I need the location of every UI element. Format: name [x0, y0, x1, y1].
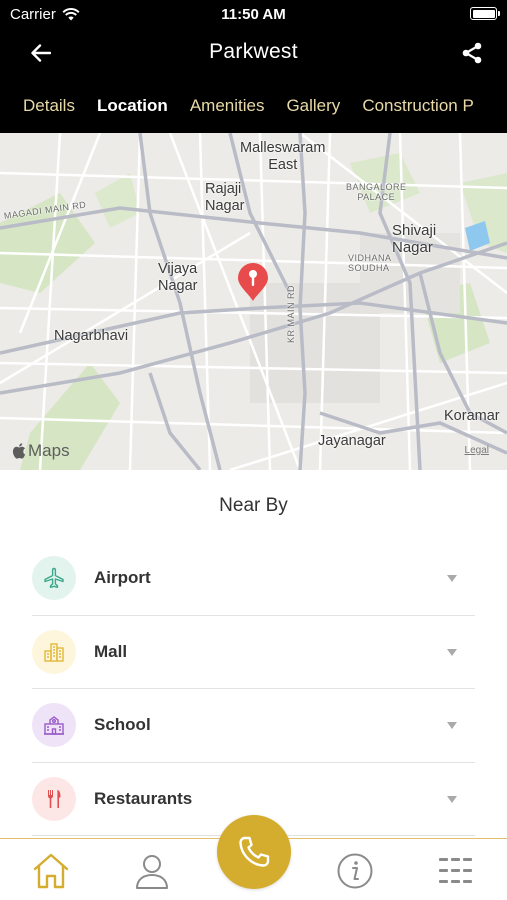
info-tab[interactable]: [333, 849, 377, 893]
chevron-down-icon: [447, 575, 457, 582]
call-button[interactable]: [217, 815, 291, 889]
navigation-bar: Parkwest: [0, 28, 507, 78]
apple-logo-icon: [12, 443, 26, 459]
status-time: 11:50 AM: [221, 6, 286, 23]
school-icon: [32, 703, 76, 748]
tab-details[interactable]: Details: [0, 96, 86, 116]
nearby-item-label: Mall: [94, 641, 128, 661]
map-label-koramangala: Koramar: [444, 408, 500, 424]
tab-location[interactable]: Location: [86, 96, 179, 116]
map-label-kr-main-road: KR MAIN RD: [286, 284, 296, 343]
home-tab[interactable]: [29, 849, 73, 893]
nearby-item-mall[interactable]: Mall: [32, 616, 475, 689]
maps-logo-text: Maps: [28, 441, 70, 460]
nearby-heading: Near By: [219, 495, 288, 516]
grid-menu-icon: [439, 858, 472, 883]
chevron-down-icon: [447, 722, 457, 729]
phone-icon: [239, 836, 270, 867]
user-icon: [136, 855, 168, 889]
nearby-list: Airport Mall School Restaurants: [32, 542, 475, 836]
chevron-down-icon: [447, 648, 457, 656]
airplane-icon: [32, 556, 76, 601]
tab-amenities[interactable]: Amenities: [179, 96, 276, 116]
map-label-nagarbhavi: Nagarbhavi: [54, 328, 129, 344]
fork-knife-icon: [32, 776, 76, 821]
map-legal-link[interactable]: Legal: [465, 445, 489, 456]
map-label-jayanagar: Jayanagar: [318, 433, 386, 449]
status-bar: Carrier 11:50 AM: [0, 0, 507, 28]
nearby-item-label: Airport: [94, 568, 151, 588]
battery-icon: [470, 7, 500, 20]
home-icon: [33, 853, 69, 889]
buildings-icon: [32, 629, 76, 674]
info-icon: [337, 853, 373, 889]
map-label-shivaji: Shivaji Nagar: [392, 222, 437, 256]
share-icon: [462, 42, 482, 64]
map-pin-icon[interactable]: [236, 262, 270, 302]
map-label-vijaya: Vijaya Nagar: [158, 261, 198, 294]
map-label-rajaji: Rajaji Nagar: [205, 181, 245, 214]
map-label-bangalore-palace: BANGALORE PALACE: [346, 182, 407, 202]
nearby-item-label: Restaurants: [94, 788, 193, 808]
tab-gallery[interactable]: Gallery: [275, 96, 351, 116]
share-button[interactable]: [457, 38, 487, 68]
section-tabs: Details Location Amenities Gallery Const…: [0, 78, 507, 133]
nearby-item-school[interactable]: School: [32, 689, 475, 763]
menu-tab[interactable]: [434, 849, 478, 893]
map-label-malleswaram: Malleswaram East: [240, 140, 326, 173]
nearby-item-label: School: [94, 715, 151, 735]
tab-construction[interactable]: Construction P: [351, 96, 485, 116]
apple-maps-logo: Maps: [12, 441, 70, 461]
app-screen: Carrier 11:50 AM Parkwest Details Locati…: [0, 0, 507, 900]
nearby-item-airport[interactable]: Airport: [32, 542, 475, 616]
profile-tab[interactable]: [130, 849, 174, 893]
page-title: Parkwest: [209, 40, 298, 63]
chevron-down-icon: [447, 795, 457, 803]
map-label-vidhana: VIDHANA SOUDHA: [348, 253, 392, 273]
